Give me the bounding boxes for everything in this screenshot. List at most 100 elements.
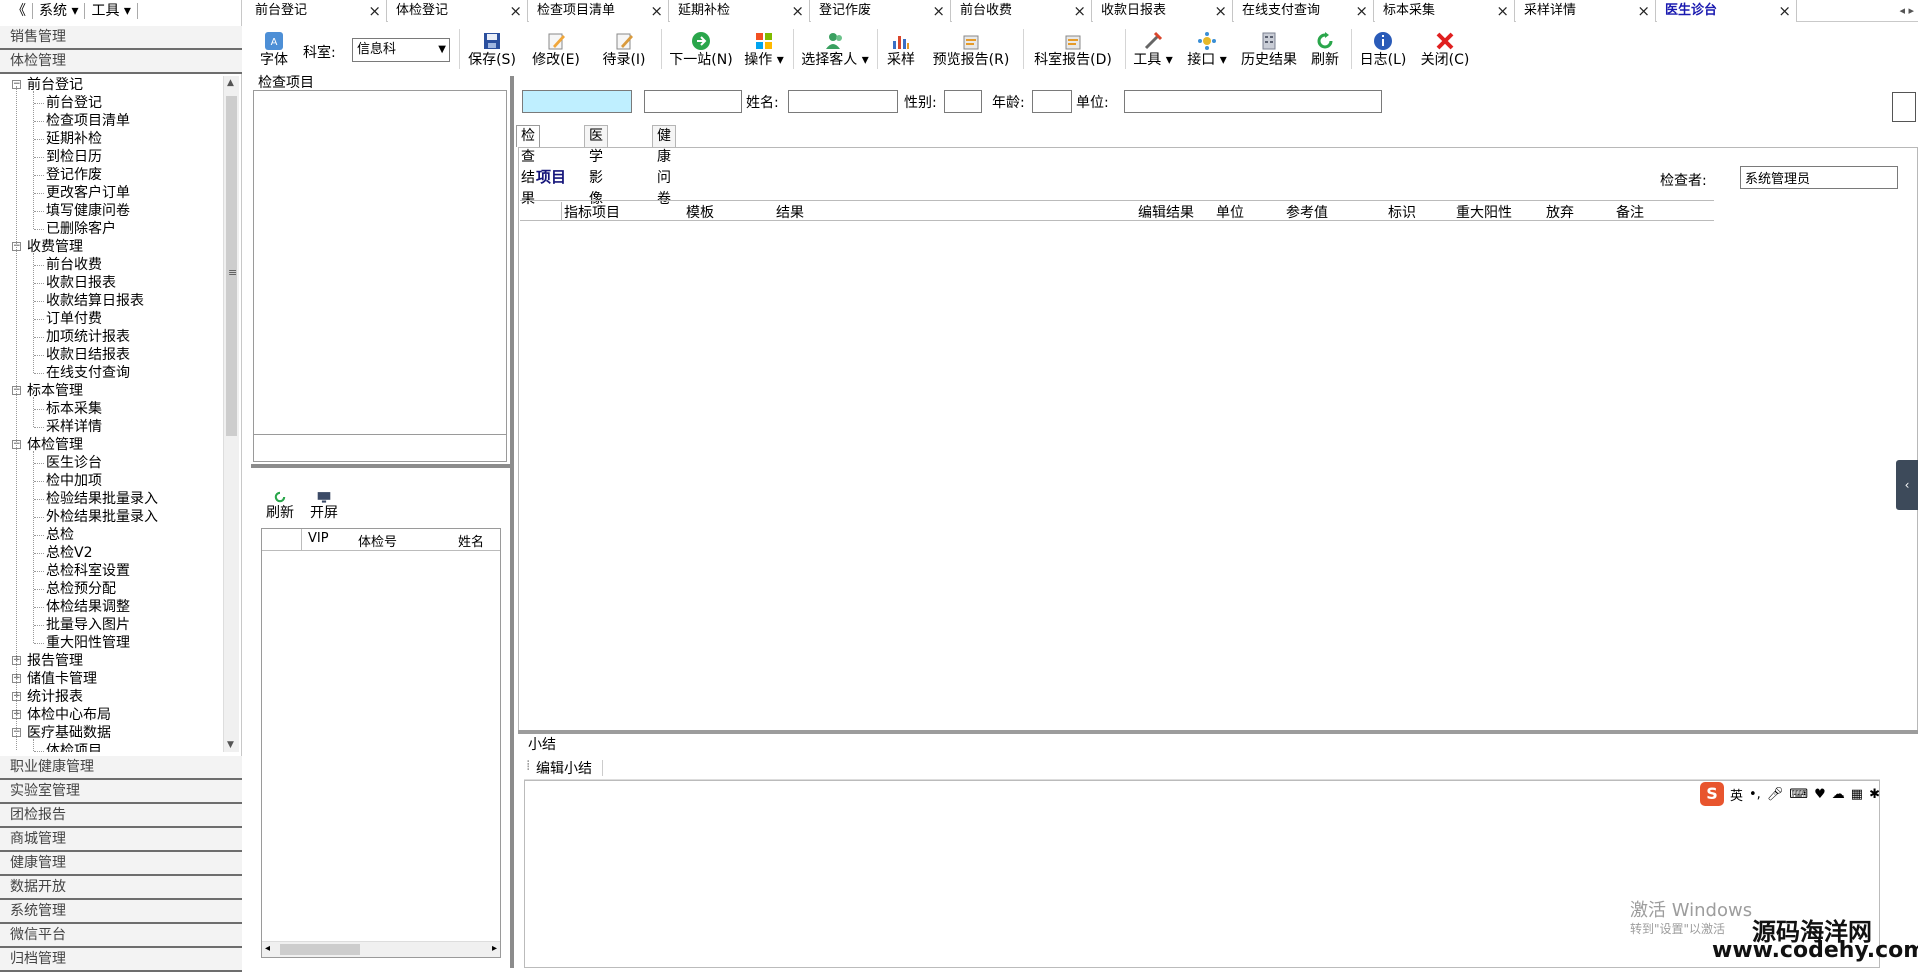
punctuation-icon[interactable]: •, [1749,787,1761,802]
tab-medical-imaging[interactable]: 医学影像 [584,125,608,207]
photo-box[interactable] [1892,92,1916,122]
sampling-button[interactable]: 采样 [881,25,921,73]
tree-scrollbar[interactable]: ▲ ≡ ▼ [223,76,239,752]
nav-group[interactable]: 归档管理 [0,948,242,972]
gender-input[interactable] [944,90,982,113]
tree-item[interactable]: 已删除客户 [46,220,116,238]
close-tab-icon[interactable]: × [932,0,945,22]
tab-item[interactable]: 标本采集 × [1375,0,1515,22]
tab-item[interactable]: 收款日报表 × [1093,0,1233,22]
tree-item[interactable]: 重大阳性管理 [46,634,130,652]
close-tab-icon[interactable]: × [509,0,522,22]
tree-item[interactable]: 收款日报表 [46,274,116,292]
cloud-icon[interactable]: ☁ [1832,787,1845,802]
tree-item[interactable]: 填写健康问卷 [46,202,130,220]
tree-item[interactable]: 采样详情 [46,418,102,436]
keyboard-icon[interactable]: ⌨ [1789,787,1808,802]
patient-grid-hscroll[interactable]: ◂ ▸ [262,941,500,957]
tab-item[interactable]: 登记作废 × [811,0,951,22]
tab-item[interactable]: 前台登记 × [247,0,387,22]
font-button[interactable]: A 字体 [257,25,291,73]
save-button[interactable]: 保存(S) [465,25,519,73]
tab-item[interactable]: 采样详情 × [1516,0,1656,22]
tree-item[interactable]: 检查项目清单 [46,112,130,130]
tree-item[interactable]: 收款日结报表 [46,346,130,364]
close-tab-icon[interactable]: × [1073,0,1086,22]
col-remark[interactable]: 备注 [1616,202,1644,222]
nav-group[interactable]: 健康管理 [0,852,242,876]
tab-item[interactable]: 检查项目清单 × [529,0,669,22]
close-tab-icon[interactable]: × [1214,0,1227,22]
tree-item[interactable]: 订单付费 [46,310,102,328]
tree-group[interactable]: 收费管理 [27,238,83,256]
tree-item[interactable]: 批量导入图片 [46,616,130,634]
tree-item[interactable]: 标本采集 [46,400,102,418]
tab-scroll-arrows[interactable]: ◂ ▸ [1899,4,1914,17]
col-exam-no[interactable]: 体检号 [358,531,397,550]
nav-group[interactable]: 商城管理 [0,828,242,852]
edit-summary-button[interactable]: 编辑小结 [536,758,592,778]
tree-item[interactable]: 前台收费 [46,256,102,274]
operate-button[interactable]: 操作 ▾ [741,25,787,73]
collapse-nav-button[interactable]: 《 [0,3,33,19]
tree-item[interactable]: 医生诊台 [46,454,102,472]
close-tab-icon[interactable]: × [1778,0,1791,22]
tree-group[interactable]: 前台登记 [27,76,83,94]
col-name[interactable]: 姓名 [458,531,484,550]
scroll-up-icon[interactable]: ▲ [227,78,234,88]
tree-item[interactable]: 检中加项 [46,472,102,490]
tree-item[interactable]: 前台登记 [46,94,102,112]
modify-button[interactable]: 修改(E) [527,25,585,73]
tree-group[interactable]: 医疗基础数据 [27,724,111,742]
col-template[interactable]: 模板 [686,202,714,222]
nav-group-exam[interactable]: 体检管理 [0,50,242,74]
tree-item[interactable]: 外检结果批量录入 [46,508,158,526]
ime-lang[interactable]: 英 [1730,785,1743,804]
apps-icon[interactable]: ▦ [1851,787,1863,802]
checker-input[interactable] [1740,166,1898,189]
tab-health-questionnaire[interactable]: 健康问卷 [652,125,676,207]
tab-item[interactable]: 在线支付查询 × [1234,0,1374,22]
tools-menu[interactable]: 工具 ▾ [85,3,138,19]
tree-group[interactable]: 储值卡管理 [27,670,97,688]
log-button[interactable]: 日志(L) [1355,25,1411,73]
close-tab-icon[interactable]: × [1637,0,1650,22]
close-tab-icon[interactable]: × [1355,0,1368,22]
tree-item[interactable]: 加项统计报表 [46,328,130,346]
dept-report-button[interactable]: 科室报告(D) [1027,25,1119,73]
dept-select[interactable]: 信息科 ▼ [352,38,450,62]
tools-button[interactable]: 工具 ▾ [1129,25,1177,73]
pending-button[interactable]: 待录(I) [595,25,653,73]
select-guest-button[interactable]: 选择客人 ▾ [797,25,873,73]
nav-group[interactable]: 职业健康管理 [0,756,242,780]
tree-item[interactable]: 更改客户订单 [46,184,130,202]
patient-grid[interactable]: VIP 体检号 姓名 ◂ ▸ [261,528,501,958]
tree-group[interactable]: 体检管理 [27,436,83,454]
col-result[interactable]: 结果 [776,202,804,222]
tab-item[interactable]: 延期补检 × [670,0,810,22]
tree-item[interactable]: 总检科室设置 [46,562,130,580]
interface-button[interactable]: 接口 ▾ [1183,25,1231,73]
next-station-button[interactable]: 下一站(N) [667,25,735,73]
microphone-icon[interactable]: 🎤︎ [1767,787,1784,802]
tree-item[interactable]: 总检V2 [46,544,92,562]
tab-item[interactable]: 前台收费 × [952,0,1092,22]
close-tab-icon[interactable]: × [791,0,804,22]
col-unit[interactable]: 单位 [1216,202,1244,222]
refresh-button[interactable]: 刷新 [1305,25,1345,73]
tab-item[interactable]: 体检登记 × [388,0,528,22]
summary-textarea[interactable] [524,780,1880,968]
summary-splitter[interactable] [518,730,1918,734]
col-abandon[interactable]: 放弃 [1546,202,1574,222]
history-button[interactable]: 历史结果 [1237,25,1301,73]
tree-item[interactable]: 延期补检 [46,130,102,148]
nav-group[interactable]: 微信平台 [0,924,242,948]
nav-group[interactable]: 数据开放 [0,876,242,900]
tree-group[interactable]: 体检中心布局 [27,706,111,724]
tree-item[interactable]: 体检结果调整 [46,598,130,616]
card-no-input[interactable] [644,90,742,113]
tree-item[interactable]: 在线支付查询 [46,364,130,382]
nav-group[interactable]: 团检报告 [0,804,242,828]
tab-item[interactable]: 医生诊台 × [1657,0,1797,22]
close-button[interactable]: 关闭(C) [1417,25,1473,73]
